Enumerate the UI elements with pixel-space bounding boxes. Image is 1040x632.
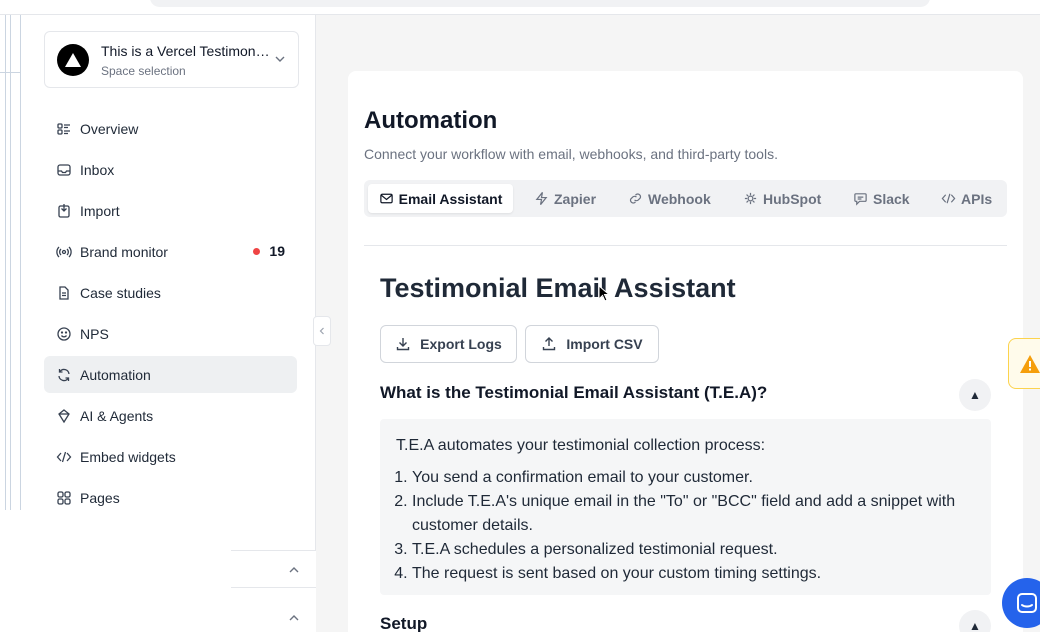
sidebar-item-automation[interactable]: Automation <box>44 356 297 393</box>
sidebar-item-nps[interactable]: NPS <box>44 315 297 352</box>
import-csv-button[interactable]: Import CSV <box>525 325 659 363</box>
chevron-left-icon <box>319 327 324 335</box>
section-title: Testimonial Email Assistant <box>380 273 736 303</box>
mouse-cursor-icon <box>598 284 611 308</box>
sidebar-item-label: Brand monitor <box>80 243 168 260</box>
tab-apis[interactable]: APIs <box>941 184 992 213</box>
sidebar-item-label: Case studies <box>80 284 161 301</box>
tab-label: Zapier <box>554 190 597 207</box>
hubspot-icon <box>743 191 758 206</box>
sidebar-item-embed-widgets[interactable]: Embed widgets <box>44 438 297 475</box>
tab-hubspot[interactable]: HubSpot <box>743 184 821 213</box>
page-subtitle: Connect your workflow with email, webhoo… <box>364 146 778 162</box>
zap-icon <box>534 191 549 206</box>
left-rail <box>0 15 28 510</box>
button-label: Import CSV <box>566 336 643 352</box>
tab-webhook[interactable]: Webhook <box>628 184 711 213</box>
tab-email-assistant[interactable]: Email Assistant <box>368 184 513 213</box>
tab-label: Slack <box>873 190 910 207</box>
upload-icon <box>541 336 557 352</box>
divider <box>364 245 1007 246</box>
list-item: T.E.A schedules a personalized testimoni… <box>412 538 975 562</box>
warning-tab[interactable] <box>1008 338 1040 389</box>
sidebar-item-label: Import <box>80 202 120 219</box>
collapse-toggle-button[interactable]: ▲ <box>959 379 991 411</box>
list-item: Include T.E.A's unique email in the "To"… <box>412 490 975 538</box>
list-item: The request is sent based on your custom… <box>412 562 975 586</box>
download-icon <box>395 336 411 352</box>
space-name: This is a Vercel Testimonials <box>101 43 271 59</box>
chevron-down-icon <box>274 52 286 70</box>
info-intro: T.E.A automates your testimonial collect… <box>396 437 766 454</box>
triangle-up-icon: ▲ <box>969 388 981 402</box>
collapse-toggle-button[interactable]: ▲ <box>959 610 991 632</box>
document-icon <box>56 285 72 301</box>
tab-label: HubSpot <box>763 190 822 207</box>
page-title: Automation <box>364 107 498 134</box>
sidebar-item-label: AI & Agents <box>80 407 154 424</box>
vercel-logo-icon <box>57 44 89 76</box>
sidebar-item-brand-monitor[interactable]: Brand monitor 19 <box>44 233 297 270</box>
sidebar-item-import[interactable]: Import <box>44 192 297 229</box>
export-logs-button[interactable]: Export Logs <box>380 325 517 363</box>
sidebar-item-label: Overview <box>80 120 139 137</box>
search-bar[interactable] <box>150 0 930 7</box>
overview-icon <box>56 121 72 137</box>
sidebar-nav: Overview Inbox Import Brand monitor 19 C… <box>44 110 297 520</box>
status-dot <box>253 247 261 255</box>
inbox-icon <box>56 162 72 178</box>
code-icon <box>56 449 72 465</box>
link-icon <box>628 191 643 206</box>
code-icon <box>941 191 956 206</box>
sidebar-item-label: Pages <box>80 489 120 506</box>
tab-label: APIs <box>961 190 993 207</box>
tab-label: Email Assistant <box>398 190 503 207</box>
warning-icon <box>1020 354 1040 373</box>
collapsible-section[interactable] <box>231 550 316 587</box>
grid-icon <box>56 490 72 506</box>
sidebar-item-label: Embed widgets <box>80 448 176 465</box>
sidebar-item-ai-agents[interactable]: AI & Agents <box>44 397 297 434</box>
broadcast-icon <box>56 244 72 260</box>
sidebar-item-label: Inbox <box>80 161 115 178</box>
badge-count: 19 <box>269 243 285 259</box>
space-selector[interactable]: This is a Vercel Testimonials Space sele… <box>44 31 299 88</box>
button-label: Export Logs <box>420 336 502 352</box>
import-icon <box>56 203 72 219</box>
setup-title: Setup <box>380 614 428 632</box>
sidebar-item-label: NPS <box>80 325 109 342</box>
sidebar-collapse-button[interactable] <box>313 316 331 346</box>
tab-zapier[interactable]: Zapier <box>534 184 596 213</box>
list-item: You send a confirmation email to your cu… <box>412 466 975 490</box>
main-card: Automation Connect your workflow with em… <box>348 71 1023 632</box>
count-badge: 19 <box>253 243 285 259</box>
refresh-icon <box>56 367 72 383</box>
top-bar <box>0 0 1040 15</box>
chat-icon <box>1017 593 1037 613</box>
tab-bar: Email Assistant Zapier Webhook HubSpot S… <box>364 180 1007 217</box>
sidebar-item-label: Automation <box>80 366 151 383</box>
overlay-panel <box>0 510 231 632</box>
collapsible-section[interactable] <box>231 587 316 632</box>
mail-icon <box>379 191 394 206</box>
steps-list: You send a confirmation email to your cu… <box>396 466 975 586</box>
sidebar-item-overview[interactable]: Overview <box>44 110 297 147</box>
chevron-up-icon <box>288 611 300 629</box>
space-subtitle: Space selection <box>101 64 186 78</box>
sidebar-item-inbox[interactable]: Inbox <box>44 151 297 188</box>
faq-question: What is the Testimonial Email Assistant … <box>380 383 768 402</box>
triangle-up-icon: ▲ <box>969 619 981 632</box>
tab-label: Webhook <box>648 190 711 207</box>
tab-slack[interactable]: Slack <box>853 184 910 213</box>
ai-icon <box>56 408 72 424</box>
chat-icon <box>853 191 868 206</box>
chevron-up-icon <box>288 563 300 581</box>
sidebar-item-case-studies[interactable]: Case studies <box>44 274 297 311</box>
info-box: T.E.A automates your testimonial collect… <box>380 419 991 595</box>
smiley-icon <box>56 326 72 342</box>
